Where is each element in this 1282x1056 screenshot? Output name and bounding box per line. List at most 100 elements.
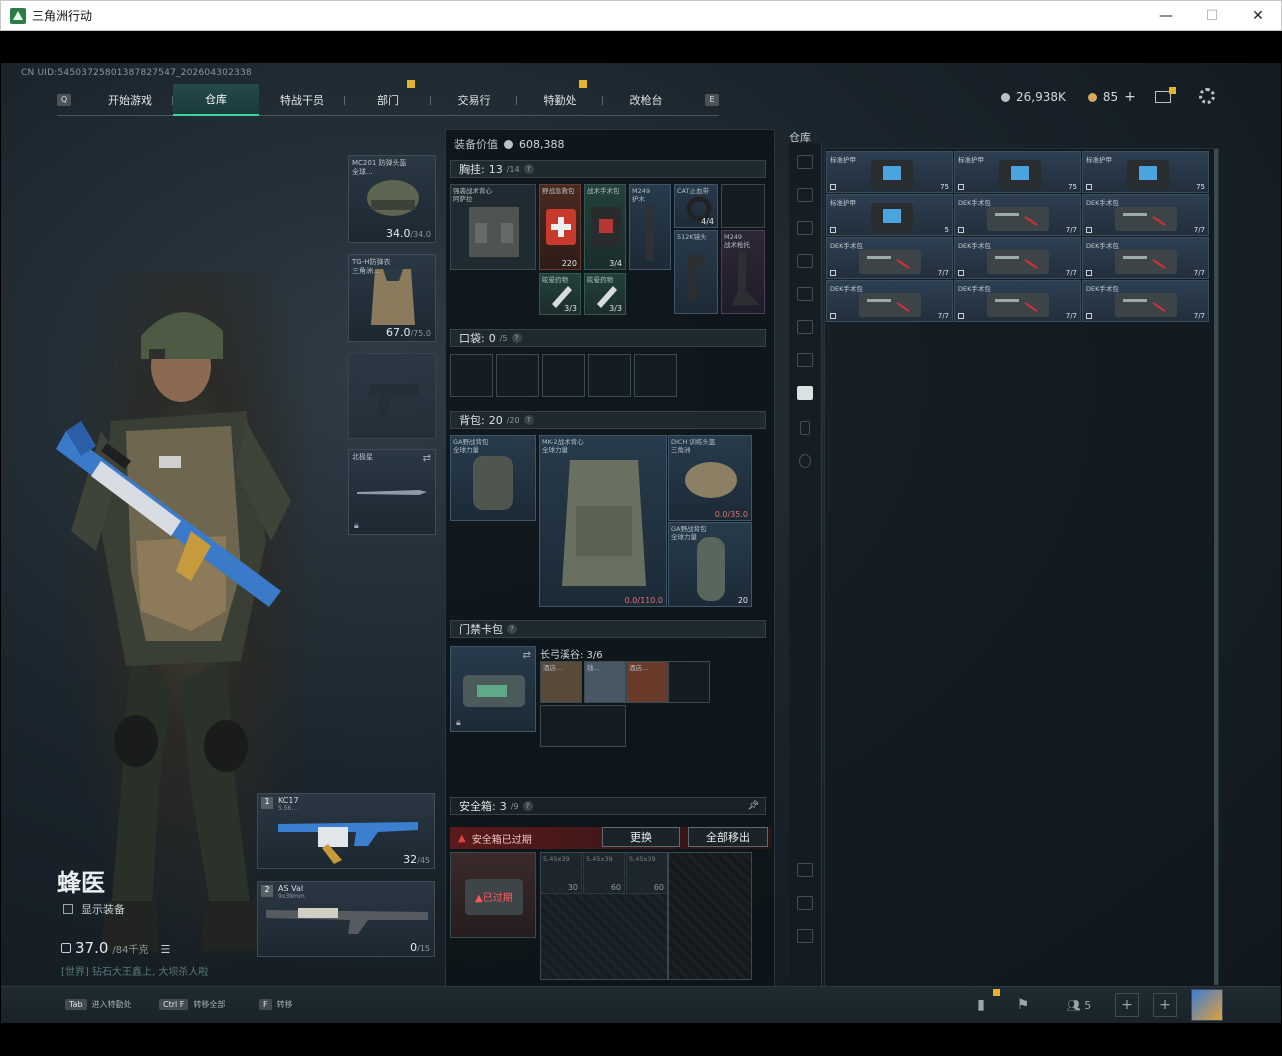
warehouse-item[interactable]: DEK手术包 7/7 [954, 280, 1081, 322]
warehouse-item[interactable]: DEK手术包 7/7 [1082, 194, 1209, 236]
m249-handguard-item[interactable]: M249 护木 [629, 184, 671, 270]
player-avatar[interactable] [1191, 989, 1223, 1021]
empty-slot[interactable] [721, 184, 765, 228]
filter-parts-icon[interactable] [797, 353, 813, 367]
move-all-button[interactable]: 全部移出 [688, 827, 768, 847]
m249-stock-item[interactable]: M249 战术枪托 [721, 230, 765, 314]
pocket-slot[interactable] [634, 354, 677, 397]
tourniquet-item[interactable]: CAT止血带 4/4 [674, 184, 718, 228]
help-icon[interactable]: ? [511, 333, 522, 343]
tab-gunsmith[interactable]: 改枪台 [603, 84, 689, 116]
warehouse-item[interactable]: 标准护甲 75 [1082, 151, 1209, 193]
backpack-item[interactable]: GA野战背包 全球力量 20 [668, 522, 752, 607]
warehouse-item[interactable]: DEK手术包 7/7 [1082, 237, 1209, 279]
stats-chart-icon[interactable]: ▮ [969, 993, 993, 1017]
filter-backpack-icon[interactable] [797, 287, 813, 301]
filter-weapons-icon[interactable] [797, 188, 813, 202]
tab-start-game[interactable]: 开始游戏 [87, 84, 173, 116]
scope-item[interactable]: 512K镜头 [674, 230, 718, 314]
pocket-slot[interactable] [496, 354, 539, 397]
tab-operators[interactable]: 特战干员 [259, 84, 345, 116]
warehouse-item[interactable]: 标准护甲 5 [826, 194, 953, 236]
item-tag-icon [958, 184, 964, 190]
stim-item[interactable]: 眩晕药物 3/3 [584, 273, 626, 315]
warehouse-item[interactable]: DEK手术包 7/7 [1082, 280, 1209, 322]
ammo-item[interactable]: 5.45x39 30 [540, 852, 582, 894]
keycard-item[interactable]: 酒店... [626, 661, 668, 703]
add-teammate-button[interactable]: + [1153, 993, 1177, 1017]
minimize-button[interactable]: — [1143, 1, 1189, 30]
swap-icon[interactable]: ⇄ [523, 650, 531, 661]
show-equipment-checkbox[interactable] [63, 904, 73, 914]
pistol-slot-empty[interactable] [348, 353, 436, 439]
melee-slot[interactable]: 北极星 ⇄ 🔒︎ [348, 449, 436, 535]
warehouse-item[interactable]: 标准护甲 75 [826, 151, 953, 193]
warehouse-item[interactable]: DEK手术包 7/7 [826, 237, 953, 279]
warehouse-item[interactable]: DEK手术包 7/7 [954, 237, 1081, 279]
armor-slot[interactable]: TG-H防弹衣 三角洲... 67.0/75.0 [348, 254, 436, 342]
filter-ammo-icon[interactable] [797, 320, 813, 334]
hint-special-ops[interactable]: Tab 进入特勤处 [65, 999, 132, 1010]
nav-key-right[interactable]: E [705, 93, 719, 106]
ammo-item[interactable]: 5.45x39 60 [626, 852, 668, 894]
tab-department[interactable]: 部门 [345, 79, 431, 116]
chest-rig-slot[interactable]: 强袭战术背心 阿萨拉 [450, 184, 536, 270]
weight-list-icon[interactable]: ☰ [161, 943, 171, 956]
warehouse-item[interactable]: DEK手术包 7/7 [954, 194, 1081, 236]
sort-icon[interactable] [797, 863, 813, 877]
filter-armor-icon[interactable] [797, 221, 813, 235]
keycard-item[interactable]: 酒店... [540, 661, 582, 703]
filter-settings-icon[interactable] [799, 454, 811, 468]
pin-icon[interactable]: 📌︎ [748, 801, 759, 811]
organize-icon[interactable] [797, 929, 813, 943]
help-icon[interactable]: ? [523, 164, 534, 174]
close-button[interactable]: ✕ [1235, 1, 1281, 30]
keycard-slot[interactable] [540, 705, 626, 747]
tab-special-ops[interactable]: 特勤处 [517, 79, 603, 116]
warehouse-item[interactable]: DEK手术包 7/7 [826, 280, 953, 322]
stim-item[interactable]: 眩晕药物 3/3 [539, 273, 581, 315]
helmet-slot[interactable]: MC201 防弹头盔 全球... 34.0/34.0 [348, 155, 436, 243]
keycard-slot[interactable] [668, 661, 710, 703]
keycard-case-slot[interactable]: ⇄ 🔒︎ [450, 646, 536, 732]
backpack-slot[interactable]: GA野战背包 全球力量 [450, 435, 536, 521]
nav-key-left[interactable]: Q [57, 93, 71, 106]
help-icon[interactable]: ? [522, 801, 533, 811]
settings-gear-icon[interactable] [1199, 88, 1215, 104]
help-icon[interactable]: ? [523, 415, 534, 425]
friends-button[interactable]: 👥︎ 5 [1059, 993, 1099, 1017]
flag-icon[interactable]: ⚑ [1011, 993, 1035, 1017]
item-value: 7/7 [1065, 312, 1077, 320]
hint-transfer[interactable]: F 转移 [259, 999, 293, 1010]
filter-locked-icon[interactable] [800, 421, 810, 435]
replace-button[interactable]: 更换 [602, 827, 680, 847]
ammo-item[interactable]: 5.45x39 60 [583, 852, 625, 894]
safebox-slot[interactable]: ▲已过期 [450, 852, 536, 938]
primary-weapon-slot[interactable]: 1 KC17 5.56... 32/45 [257, 793, 435, 869]
keycard-item[interactable]: 钱... [584, 661, 626, 703]
layers-icon[interactable] [797, 896, 813, 910]
pocket-slot[interactable] [542, 354, 585, 397]
filter-medical-icon[interactable] [797, 386, 813, 400]
maximize-button[interactable]: ☐ [1189, 1, 1235, 30]
pocket-slot[interactable] [588, 354, 631, 397]
warehouse-scrollbar[interactable] [1214, 149, 1218, 985]
helmet-item[interactable]: DICH 训练头盔 三角洲 0.0/35.0 [668, 435, 752, 521]
show-equipment-toggle[interactable]: 显示装备 [63, 901, 125, 917]
first-aid-kit-item[interactable]: 野战急救包 220 [539, 184, 581, 270]
add-currency-button[interactable]: + [1124, 89, 1136, 105]
help-icon[interactable]: ? [507, 624, 517, 634]
secondary-weapon-slot[interactable]: 2 AS Val 9x39mm 0/15 [257, 881, 435, 957]
body-armor-item[interactable]: MK-2战术背心 全球力量 0.0/110.0 [539, 435, 667, 607]
filter-helmet-icon[interactable] [797, 254, 813, 268]
filter-all-icon[interactable] [797, 155, 813, 169]
hint-transfer-all[interactable]: Ctrl F 转移全部 [159, 999, 225, 1010]
add-teammate-button[interactable]: + [1115, 993, 1139, 1017]
surgery-kit-item[interactable]: 战术手术包 3/4 [584, 184, 626, 270]
tab-warehouse[interactable]: 仓库 [173, 83, 259, 116]
item-label: M249 战术枪托 [724, 233, 750, 249]
swap-icon[interactable]: ⇄ [423, 453, 431, 464]
warehouse-item[interactable]: 标准护甲 75 [954, 151, 1081, 193]
tab-market[interactable]: 交易行 [431, 84, 517, 116]
pocket-slot[interactable] [450, 354, 493, 397]
